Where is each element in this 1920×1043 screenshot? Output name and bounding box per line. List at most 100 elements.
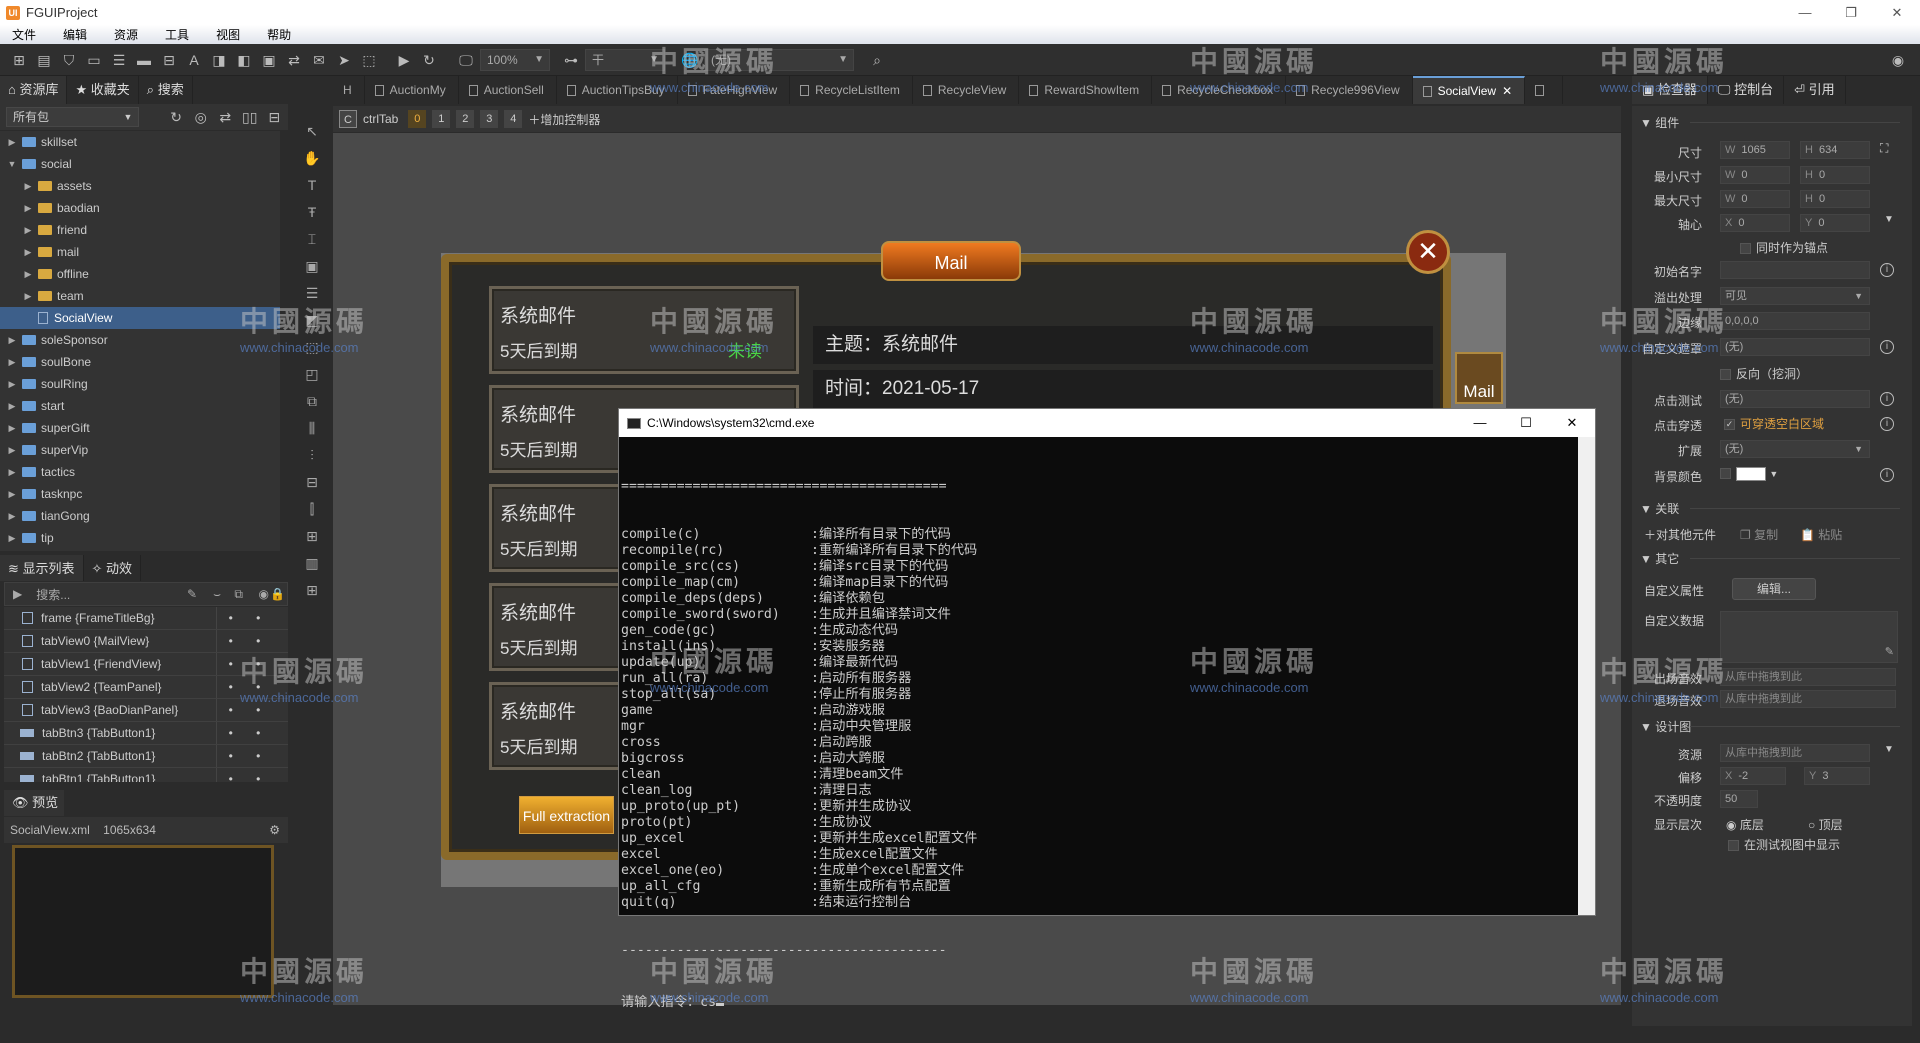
expand-icon[interactable]: ▶ [22,269,34,280]
visibility-toggles[interactable]: • • [216,676,272,698]
offset-x-field[interactable]: X -2 [1720,767,1786,785]
max-width-field[interactable]: W0 [1720,190,1790,208]
tree-item[interactable]: ▶ soulBone [0,351,280,373]
chevron-down-icon[interactable]: ▼ [1884,744,1894,755]
expand-icon[interactable]: ▶ [22,225,34,236]
controller-name[interactable]: ctrlTab [363,112,398,126]
grid-icon[interactable]: ⊞ [306,577,318,604]
loader-icon[interactable]: ◰ [305,361,318,388]
add-controller-button[interactable]: ＋增加控制器 [528,111,600,128]
tree-item[interactable]: ▶ skillset [0,131,280,153]
design-res-field[interactable]: 从库中拖拽到此 [1720,744,1870,762]
expand-icon[interactable]: ▶ [6,423,18,434]
cmd-window[interactable]: C:\Windows\system32\cmd.exe — ☐ ✕ ========… [618,408,1596,1010]
cmd-scrollbar[interactable] [1578,437,1595,915]
opacity-field[interactable]: 50 [1720,790,1758,808]
info-icon[interactable]: i [1880,340,1894,354]
menu-file[interactable]: 文件 [12,26,36,43]
tree-item[interactable]: ▶ tasknpc [0,483,280,505]
mail-close-button[interactable]: ✕ [1406,230,1450,274]
expand-icon[interactable]: ▶ [6,511,18,522]
tab-search[interactable]: ⌕ 搜索 [139,76,193,104]
edit-button[interactable]: 编辑... [1732,578,1816,600]
bg-color-picker[interactable]: ▼ [1720,466,1778,481]
margin-field[interactable]: 0,0,0,0 [1720,312,1870,330]
export-icon[interactable]: ✉ [308,49,330,71]
tree-item[interactable]: ▶ tianGong [0,505,280,527]
expand-icon[interactable]: ▶ [6,533,18,544]
controller-page-2[interactable]: 2 [456,110,475,128]
offset-y-field[interactable]: Y3 [1804,767,1870,785]
hittest-field[interactable]: (无) [1720,390,1870,408]
display-list-item[interactable]: tabBtn2 {TabButton1} • • [4,745,288,768]
close-button[interactable]: ✕ [1874,0,1920,25]
new-font-icon[interactable]: A [183,49,205,71]
new-combo-icon[interactable]: ☰ [108,49,130,71]
layer-top-radio[interactable]: ○ 顶层 [1808,816,1843,833]
menu-resource[interactable]: 资源 [114,26,138,43]
distribute2-icon[interactable]: ⊞ [306,523,318,550]
layout-select[interactable]: 干 ▼ [585,48,665,71]
expand-icon[interactable]: ▶ [22,247,34,258]
copy-icon[interactable]: ⧉ [234,587,243,602]
doc-tab[interactable]: RecycleListItem [790,76,913,104]
user-avatar-icon[interactable]: ◉ [1887,49,1909,71]
text-icon[interactable]: T [308,172,317,199]
full-extraction-button[interactable]: Full extraction [519,796,614,834]
menu-tools[interactable]: 工具 [165,26,189,43]
pivot-x-field[interactable]: X0 [1720,214,1790,232]
custom-data-field[interactable]: ✎ [1720,611,1898,663]
controller-page-1[interactable]: 1 [432,110,451,128]
display-list-item[interactable]: tabView0 {MailView} • • [4,630,288,653]
tree-item[interactable]: ▶ tactics [0,461,280,483]
tree-item[interactable]: ▶ tip [0,527,280,549]
enter-sound-field[interactable]: 从库中拖拽到此 [1720,668,1896,686]
expand-icon[interactable]: ▶ [22,181,34,192]
tree-item[interactable]: ▶ offline [0,263,280,285]
overflow-select[interactable]: 可见 ▼ [1720,287,1870,305]
doc-tab[interactable]: H [333,76,365,104]
show-in-test-checkbox[interactable]: 在测试视图中显示 [1728,836,1840,853]
doc-tab[interactable]: AuctionTipsBuy [557,76,678,104]
align3-icon[interactable]: ⊟ [306,469,318,496]
distribute-icon[interactable]: ⫿ [310,496,314,523]
hand-icon[interactable]: ✋ [303,145,320,172]
new-component-icon[interactable]: ▤ [33,49,55,71]
close-icon[interactable]: ✕ [1502,77,1512,104]
new-popup-icon[interactable]: ◨ [208,49,230,71]
info-icon[interactable]: i [1880,468,1894,482]
tree-item[interactable]: ▼ social [0,153,280,175]
section-other[interactable]: ▼ 其它 [1640,550,1902,567]
side-mail-tab[interactable]: Mail [1455,352,1503,404]
through-checkbox[interactable]: ✓ 可穿透空白区域 [1724,415,1824,432]
doc-tab[interactable]: RewardShowItem [1019,76,1153,104]
doc-tab[interactable] [1525,76,1564,104]
tab-console[interactable]: 🖵 控制台 [1708,76,1785,104]
play-icon[interactable]: ▶ [393,49,415,71]
pivot-y-field[interactable]: Y0 [1800,214,1870,232]
controller-page-4[interactable]: 4 [504,110,523,128]
height-field[interactable]: H 634 [1800,141,1870,159]
image-icon[interactable]: ▣ [305,253,318,280]
component-icon[interactable]: ⧉ [307,388,317,415]
new-label-icon[interactable]: ▣ [258,49,280,71]
expand-icon[interactable]: ▶ [6,445,18,456]
doc-tab[interactable]: SocialView ✕ [1412,76,1526,104]
display-search[interactable]: ▶ 搜索... ✎ ⌣ ⧉ ◉ 🔒 [4,582,288,606]
language-select[interactable]: (无) ▼ [704,48,854,71]
display-list-item[interactable]: tabBtn1 {TabButton1} • • [4,768,288,782]
tab-references[interactable]: ⏎ 引用 [1784,76,1846,104]
extend-select[interactable]: (无) ▼ [1720,440,1870,458]
locate-icon[interactable]: ◎ [190,106,212,128]
expand-icon[interactable]: ▶ [6,379,18,390]
info-icon[interactable]: i [1880,392,1894,406]
publish-icon[interactable]: ➤ [333,49,355,71]
visibility-toggles[interactable]: • • [216,745,272,767]
expand-icon[interactable]: ▶ [6,467,18,478]
menu-edit[interactable]: 编辑 [63,26,87,43]
width-field[interactable]: W 1065 [1720,141,1790,159]
display-list-item[interactable]: frame {FrameTitleBg} • • [4,607,288,630]
new-progress-icon[interactable]: ▬ [133,49,155,71]
expand-icon[interactable]: ▶ [13,587,22,601]
mail-list-item[interactable]: 系统邮件 5天后到期 未读 [489,286,799,374]
